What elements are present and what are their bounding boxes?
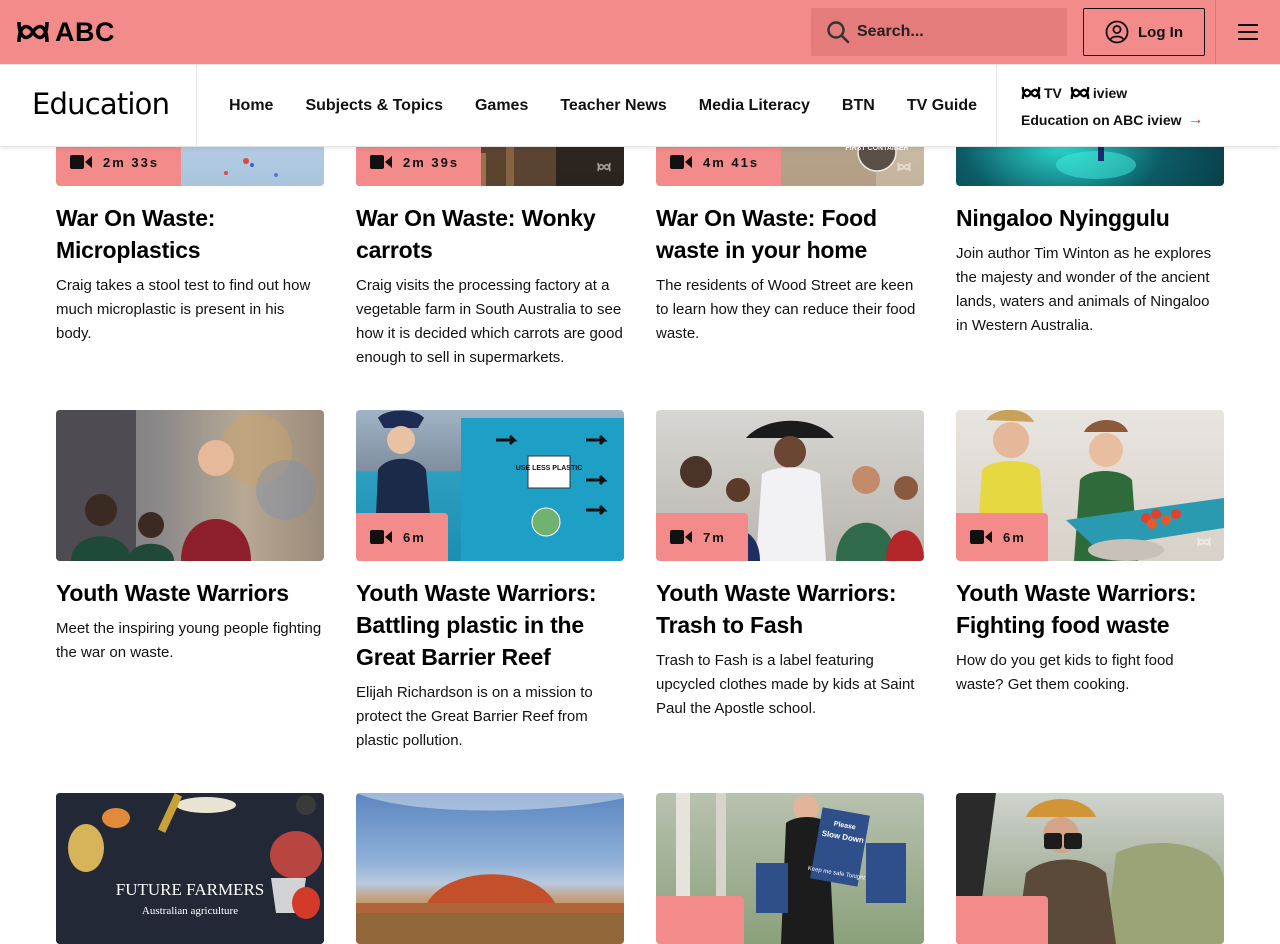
video-camera-icon — [970, 530, 992, 544]
iview-promo[interactable]: TV iview Education on ABC iview → — [1021, 84, 1204, 129]
duration-text: 2m 33s — [103, 154, 160, 170]
video-thumbnail[interactable] — [56, 410, 324, 561]
video-card[interactable]: Youth Waste Warriors Meet the inspiring … — [56, 410, 324, 665]
video-thumbnail[interactable]: FUTURE FARMERS Australian agriculture — [56, 793, 324, 944]
nav-btn[interactable]: BTN — [826, 97, 891, 115]
nav-subjects-topics[interactable]: Subjects & Topics — [289, 97, 459, 115]
abc-watermark-icon — [1197, 537, 1211, 547]
thumbnail-sign-text: USE LESS PLASTIC — [516, 465, 583, 472]
section-title[interactable]: Education — [32, 87, 170, 121]
duration-text: 2m 39s — [403, 154, 460, 170]
video-camera-icon — [670, 530, 692, 544]
user-account-icon — [1105, 20, 1129, 44]
duration-badge — [656, 896, 744, 944]
video-card[interactable] — [356, 793, 624, 944]
top-bar: ABC Log In — [0, 0, 1280, 64]
duration-badge: 7m — [656, 513, 748, 561]
abc-lissajous-icon — [17, 21, 49, 43]
video-card[interactable]: 7m Youth Waste Warriors: Trash to Fash T… — [656, 410, 924, 721]
thumbnail-subtitle-text: Australian agriculture — [142, 905, 238, 917]
hamburger-menu-icon[interactable] — [1232, 20, 1264, 44]
log-in-button[interactable]: Log In — [1083, 8, 1205, 56]
card-title[interactable]: War On Waste: Wonky carrots — [356, 202, 624, 266]
video-thumbnail[interactable]: USE LESS PLASTIC 6m — [356, 410, 624, 561]
nav-games[interactable]: Games — [459, 97, 544, 115]
card-title[interactable]: Youth Waste Warriors: Trash to Fash — [656, 577, 924, 641]
video-thumbnail[interactable]: Please Slow Down Keep me safe Tonight — [656, 793, 924, 944]
video-card[interactable] — [956, 793, 1224, 944]
card-description: Craig visits the processing factory at a… — [356, 277, 623, 366]
abc-lissajous-icon — [1021, 87, 1041, 99]
search-icon — [827, 21, 850, 44]
card-title[interactable]: Youth Waste Warriors: Battling plastic i… — [356, 577, 624, 673]
video-thumbnail[interactable]: 6m — [956, 410, 1224, 561]
nav-home[interactable]: Home — [213, 97, 289, 115]
video-thumbnail[interactable] — [956, 793, 1224, 944]
card-description: Elijah Richardson is on a mission to pro… — [356, 684, 593, 749]
video-thumbnail[interactable] — [356, 793, 624, 944]
abc-brand-text: ABC — [55, 16, 115, 47]
divider — [996, 65, 997, 146]
video-card[interactable]: Please Slow Down Keep me safe Tonight — [656, 793, 924, 944]
abc-watermark-icon — [897, 162, 911, 172]
abc-tv-logo-text: TV — [1044, 85, 1062, 101]
abc-iview-logo-text: iview — [1092, 85, 1128, 101]
thumbnail-image: FUTURE FARMERS Australian agriculture — [56, 793, 324, 944]
video-camera-icon — [370, 530, 392, 544]
nav-tv-guide[interactable]: TV Guide — [891, 97, 993, 115]
card-title[interactable]: War On Waste: Microplastics — [56, 202, 324, 266]
abc-logo[interactable]: ABC — [17, 16, 115, 47]
abc-iview-logo: iview — [1070, 85, 1127, 101]
duration-text: 6m — [1003, 529, 1026, 545]
card-description: How do you get kids to fight food waste?… — [956, 652, 1174, 693]
abc-lissajous-icon — [1070, 87, 1090, 99]
video-card[interactable]: FUTURE FARMERS Australian agriculture — [56, 793, 324, 944]
search-input[interactable] — [855, 22, 1049, 42]
video-card[interactable]: 6m Youth Waste Warriors: Fighting food w… — [956, 410, 1224, 697]
iview-logos: TV iview — [1021, 84, 1204, 102]
video-thumbnail[interactable]: 7m — [656, 410, 924, 561]
search-box[interactable] — [811, 8, 1067, 56]
section-nav-links: Home Subjects & Topics Games Teacher New… — [213, 65, 993, 146]
card-description: Meet the inspiring young people fighting… — [56, 620, 322, 661]
video-camera-icon — [670, 155, 692, 169]
duration-text: 7m — [703, 529, 726, 545]
video-camera-icon — [370, 155, 392, 169]
card-title[interactable]: Youth Waste Warriors: Fighting food wast… — [956, 577, 1224, 641]
iview-link-label: Education on ABC iview — [1021, 112, 1182, 128]
section-nav: Education Home Subjects & Topics Games T… — [0, 64, 1280, 147]
card-description: The residents of Wood Street are keen to… — [656, 277, 916, 342]
duration-badge: 6m — [956, 513, 1048, 561]
duration-text: 6m — [403, 529, 426, 545]
abc-watermark-icon — [597, 162, 611, 172]
thumbnail-title-text: FUTURE FARMERS — [116, 880, 264, 899]
duration-badge: 6m — [356, 513, 448, 561]
divider — [196, 65, 197, 146]
thumbnail-image — [356, 793, 624, 944]
video-card[interactable]: USE LESS PLASTIC 6m Youth Waste Warriors… — [356, 410, 624, 753]
card-title[interactable]: War On Waste: Food waste in your home — [656, 202, 924, 266]
thumbnail-image — [56, 410, 316, 561]
log-in-label: Log In — [1138, 23, 1183, 41]
duration-text: 4m 41s — [703, 154, 760, 170]
card-title[interactable]: Youth Waste Warriors — [56, 577, 324, 609]
duration-badge — [956, 896, 1048, 944]
card-title[interactable]: Ningaloo Nyinggulu — [956, 202, 1224, 234]
divider — [1215, 0, 1216, 64]
arrow-right-icon: → — [1187, 111, 1204, 128]
nav-media-literacy[interactable]: Media Literacy — [683, 97, 826, 115]
video-camera-icon — [70, 155, 92, 169]
card-description: Trash to Fash is a label featuring upcyc… — [656, 652, 915, 717]
card-description: Join author Tim Winton as he explores th… — [956, 245, 1212, 334]
iview-link[interactable]: Education on ABC iview → — [1021, 111, 1204, 129]
card-description: Craig takes a stool test to find out how… — [56, 277, 311, 342]
abc-tv-logo: TV — [1021, 85, 1062, 101]
nav-teacher-news[interactable]: Teacher News — [544, 97, 682, 115]
